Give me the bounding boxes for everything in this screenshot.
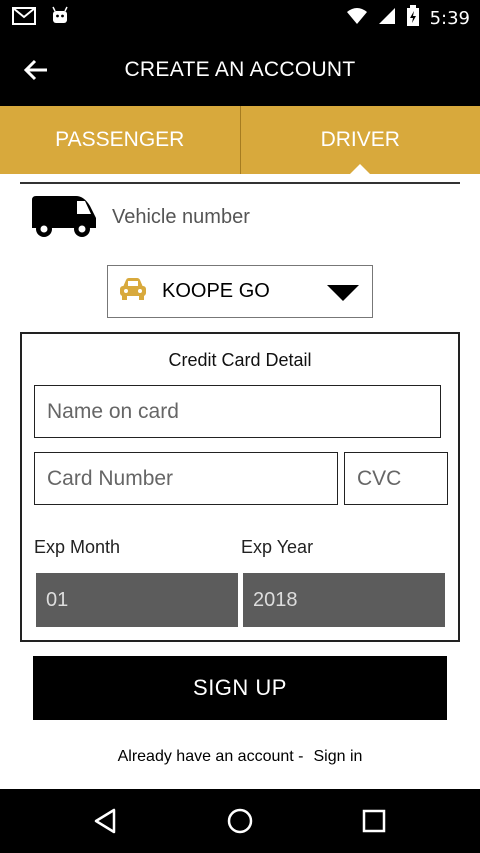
clock-time: 5:39 bbox=[429, 8, 470, 29]
signal-icon bbox=[378, 7, 396, 30]
vehicle-type-dropdown[interactable]: KOOPE GO bbox=[107, 265, 373, 318]
exp-month-select[interactable]: 01 bbox=[36, 573, 238, 627]
android-icon bbox=[50, 6, 70, 31]
card-number-input[interactable]: Card Number bbox=[34, 452, 338, 505]
tab-passenger[interactable]: PASSENGER bbox=[0, 106, 240, 174]
gmail-icon bbox=[12, 6, 36, 31]
recents-square-icon[interactable] bbox=[360, 807, 388, 835]
name-on-card-placeholder: Name on card bbox=[47, 399, 179, 423]
exp-month-label: Exp Month bbox=[34, 537, 121, 557]
car-icon bbox=[118, 277, 148, 306]
name-on-card-input[interactable]: Name on card bbox=[34, 385, 441, 438]
battery-icon bbox=[406, 5, 420, 32]
tab-passenger-label: PASSENGER bbox=[55, 128, 185, 151]
page-title: CREATE AN ACCOUNT bbox=[124, 58, 356, 81]
selected-tab-indicator bbox=[350, 164, 371, 174]
divider bbox=[20, 182, 460, 184]
card-number-placeholder: Card Number bbox=[47, 466, 174, 490]
exp-month-value: 01 bbox=[46, 588, 69, 611]
exp-year-select[interactable]: 2018 bbox=[243, 573, 445, 627]
dropdown-arrow-icon bbox=[327, 285, 359, 301]
vehicle-type-value: KOOPE GO bbox=[162, 280, 270, 302]
cvc-placeholder: CVC bbox=[357, 466, 402, 490]
vehicle-number-field[interactable]: Vehicle number bbox=[30, 192, 250, 242]
sign-in-prompt: Already have an account - Sign in bbox=[0, 748, 480, 766]
sign-up-label: SIGN UP bbox=[193, 675, 287, 700]
sign-up-button[interactable]: SIGN UP bbox=[33, 656, 447, 720]
exp-year-label: Exp Year bbox=[241, 537, 314, 557]
role-tabs: PASSENGER DRIVER bbox=[0, 106, 480, 174]
sign-in-link[interactable]: Sign in bbox=[313, 748, 362, 765]
home-circle-icon[interactable] bbox=[226, 807, 254, 835]
app-bar: CREATE AN ACCOUNT bbox=[0, 34, 480, 106]
vehicle-number-placeholder: Vehicle number bbox=[112, 205, 250, 228]
back-triangle-icon[interactable] bbox=[92, 807, 120, 835]
credit-card-heading: Credit Card Detail bbox=[168, 350, 312, 370]
van-icon bbox=[30, 192, 98, 243]
already-account-text: Already have an account - bbox=[117, 748, 304, 765]
wifi-icon bbox=[346, 7, 368, 30]
exp-year-value: 2018 bbox=[253, 588, 298, 611]
cvc-input[interactable]: CVC bbox=[344, 452, 448, 505]
tab-driver-label: DRIVER bbox=[320, 128, 400, 151]
system-nav-bar bbox=[0, 789, 480, 853]
tab-driver[interactable]: DRIVER bbox=[239, 106, 480, 174]
credit-card-section: Credit Card Detail Name on card Card Num… bbox=[20, 332, 460, 642]
status-bar: 5:39 bbox=[0, 0, 480, 34]
